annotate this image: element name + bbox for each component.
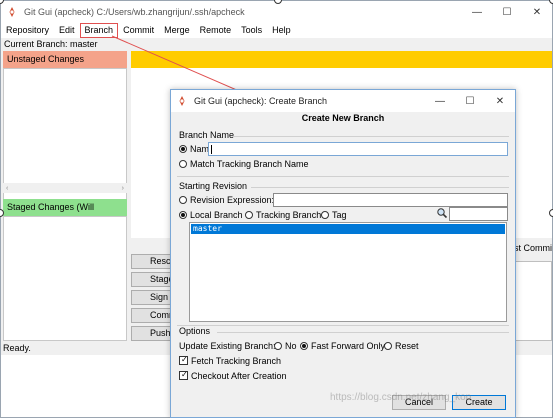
unstaged-changes-header: Unstaged Changes — [3, 51, 127, 68]
menu-bar: Repository Edit Branch Commit Merge Remo… — [1, 23, 552, 38]
checkmark-icon: ✓ — [181, 355, 188, 364]
options-group-label: Options — [179, 326, 211, 336]
checkout-after-label: Checkout After Creation — [191, 371, 287, 381]
options-top-separator — [177, 325, 509, 326]
git-gui-app-icon — [6, 6, 18, 18]
update-existing-label: Update Existing Branch: — [179, 341, 276, 351]
scroll-left-icon[interactable]: ‹ — [6, 185, 8, 192]
update-fast-forward-label: Fast Forward Only — [311, 341, 386, 351]
watermark: https://blog.csdn.net/zhang_kop — [330, 392, 472, 403]
branch-name-input[interactable] — [208, 142, 508, 156]
fetch-tracking-label: Fetch Tracking Branch — [191, 356, 282, 366]
menu-tools[interactable]: Tools — [236, 23, 267, 38]
dialog-title: Git Gui (apcheck): Create Branch — [194, 96, 328, 106]
amend-last-commit-label[interactable]: st Commi — [514, 243, 552, 253]
title-bar: Git Gui (apcheck) C:/Users/wb.zhangrijun… — [1, 1, 552, 23]
branch-filter-input[interactable] — [449, 207, 508, 221]
status-bar: Ready. — [3, 343, 31, 353]
text-caret — [211, 145, 212, 154]
name-radio[interactable] — [179, 145, 187, 153]
checkmark-icon: ✓ — [181, 370, 188, 379]
fetch-tracking-checkbox[interactable]: ✓ — [179, 355, 188, 365]
dialog-minimize-button[interactable]: — — [425, 90, 455, 112]
current-branch-label: Current Branch: master — [4, 39, 98, 49]
update-fast-forward-radio[interactable] — [300, 342, 308, 350]
local-branch-radio[interactable] — [179, 211, 187, 219]
window-controls: — ☐ ✕ — [462, 1, 552, 23]
file-lists-pane: Unstaged Changes ‹ › Staged Changes (Wil… — [3, 51, 127, 341]
search-icon[interactable] — [436, 207, 448, 219]
branch-list[interactable]: master — [189, 222, 507, 322]
window-title: Git Gui (apcheck) C:/Users/wb.zhangrijun… — [24, 7, 245, 17]
dialog-heading: Create New Branch — [301, 113, 385, 123]
tracking-branch-label: Tracking Branch — [256, 210, 322, 220]
menu-branch[interactable]: Branch — [79, 23, 119, 38]
starting-revision-group-label: Starting Revision — [179, 181, 248, 191]
tag-label: Tag — [332, 210, 347, 220]
menu-help[interactable]: Help — [267, 23, 296, 38]
tracking-branch-radio[interactable] — [245, 211, 253, 219]
create-branch-dialog: Git Gui (apcheck): Create Branch — ☐ ✕ C… — [170, 89, 516, 418]
starting-revision-top-separator — [177, 176, 509, 177]
maximize-button[interactable]: ☐ — [492, 1, 522, 23]
dialog-app-icon — [176, 95, 188, 107]
menu-remote[interactable]: Remote — [195, 23, 237, 38]
local-branch-label: Local Branch — [190, 210, 243, 220]
menu-commit[interactable]: Commit — [118, 23, 159, 38]
update-reset-label: Reset — [395, 341, 419, 351]
dialog-maximize-button[interactable]: ☐ — [455, 90, 485, 112]
revision-expression-label: Revision Expression: — [190, 195, 275, 205]
options-separator — [217, 332, 509, 333]
menu-merge[interactable]: Merge — [159, 23, 195, 38]
branch-name-group-label: Branch Name — [179, 130, 235, 140]
update-no-radio[interactable] — [274, 342, 282, 350]
staged-changes-header: Staged Changes (Will Commit) — [3, 199, 127, 229]
match-tracking-radio[interactable] — [179, 160, 187, 168]
update-reset-radio[interactable] — [384, 342, 392, 350]
match-tracking-label: Match Tracking Branch Name — [190, 159, 309, 169]
revision-expression-input[interactable] — [273, 193, 508, 207]
checkout-after-checkbox[interactable]: ✓ — [179, 370, 188, 380]
dialog-title-bar: Git Gui (apcheck): Create Branch — ☐ ✕ — [171, 90, 515, 112]
revision-expression-radio[interactable] — [179, 196, 187, 204]
staged-file-list[interactable] — [3, 216, 127, 341]
scroll-right-icon[interactable]: › — [122, 185, 124, 192]
branch-list-item-master[interactable]: master — [191, 224, 505, 234]
update-no-label: No — [285, 341, 297, 351]
branch-name-separator — [233, 136, 509, 137]
unstaged-horizontal-scrollbar[interactable]: ‹ › — [3, 183, 127, 193]
menu-edit[interactable]: Edit — [54, 23, 80, 38]
dialog-close-button[interactable]: ✕ — [485, 90, 515, 112]
dialog-window-controls: — ☐ ✕ — [425, 90, 515, 112]
tag-radio[interactable] — [321, 211, 329, 219]
starting-revision-separator — [251, 187, 509, 188]
minimize-button[interactable]: — — [462, 1, 492, 23]
menu-repository[interactable]: Repository — [1, 23, 54, 38]
selection-handle-right — [549, 209, 553, 217]
close-button[interactable]: ✕ — [522, 1, 552, 23]
diff-header — [131, 51, 552, 68]
